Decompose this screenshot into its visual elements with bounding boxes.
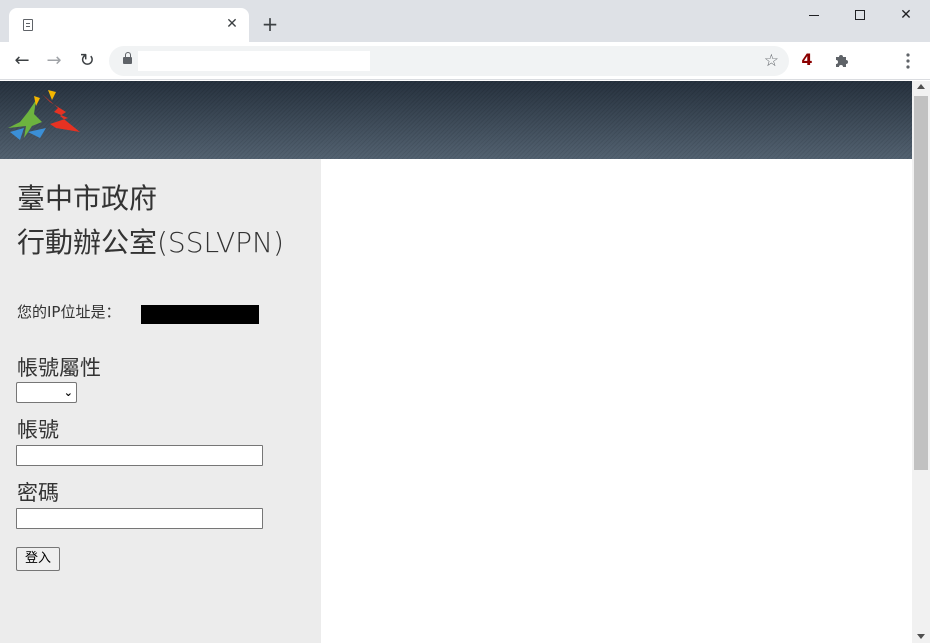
ip-address-redacted <box>141 305 259 324</box>
minimize-icon <box>809 14 819 16</box>
password-input[interactable] <box>16 508 263 529</box>
reload-button[interactable]: ↻ <box>76 50 98 72</box>
maximize-icon <box>855 10 865 20</box>
login-button[interactable]: 登入 <box>16 547 60 571</box>
tab-close-icon[interactable]: ✕ <box>224 16 240 32</box>
account-type-select[interactable]: ⌄ <box>16 382 77 403</box>
url-text[interactable] <box>138 51 370 71</box>
page-icon <box>23 19 33 31</box>
back-button[interactable]: ← <box>11 50 33 72</box>
address-bar[interactable]: ☆ <box>109 46 789 76</box>
bookmark-star-icon[interactable]: ☆ <box>764 50 779 72</box>
minimize-button[interactable] <box>791 0 837 30</box>
taichung-city-logo <box>8 90 80 140</box>
login-panel: 臺中市政府 行動辦公室(SSLVPN) 您的IP位址是： 帳號屬性 ⌄ 帳號 密… <box>0 159 321 643</box>
maximize-button[interactable] <box>837 0 883 30</box>
browser-menu-icon[interactable] <box>898 51 918 71</box>
ip-label: 您的IP位址是： <box>17 303 121 321</box>
account-type-label: 帳號屬性 <box>17 356 101 380</box>
scroll-down-arrow-icon[interactable] <box>917 634 925 639</box>
title-line-1: 臺中市政府 <box>17 182 158 215</box>
extensions-puzzle-icon[interactable] <box>832 51 852 71</box>
scroll-thumb[interactable] <box>914 96 928 470</box>
new-tab-button[interactable]: + <box>260 14 280 34</box>
page-title: 臺中市政府 行動辦公室(SSLVPN) <box>17 177 284 265</box>
account-input[interactable] <box>16 445 263 466</box>
chevron-down-icon: ⌄ <box>63 386 73 399</box>
extension-badge[interactable]: 4 <box>799 50 815 69</box>
browser-tab[interactable]: ✕ <box>9 8 249 42</box>
account-label: 帳號 <box>17 418 59 442</box>
lock-icon <box>123 52 132 64</box>
forward-button[interactable]: → <box>43 50 65 72</box>
browser-toolbar: ← → ↻ ☆ <box>0 42 930 80</box>
title-line-2: 行動辦公室(SSLVPN) <box>17 226 284 259</box>
scroll-up-arrow-icon[interactable] <box>917 84 925 89</box>
browser-titlebar: ✕ + ✕ <box>0 0 930 42</box>
password-label: 密碼 <box>17 481 59 505</box>
header-banner <box>0 81 912 159</box>
vertical-scrollbar[interactable] <box>912 81 930 643</box>
close-window-button[interactable]: ✕ <box>883 0 929 30</box>
page-viewport: 臺中市政府 行動辦公室(SSLVPN) 您的IP位址是： 帳號屬性 ⌄ 帳號 密… <box>0 81 912 643</box>
